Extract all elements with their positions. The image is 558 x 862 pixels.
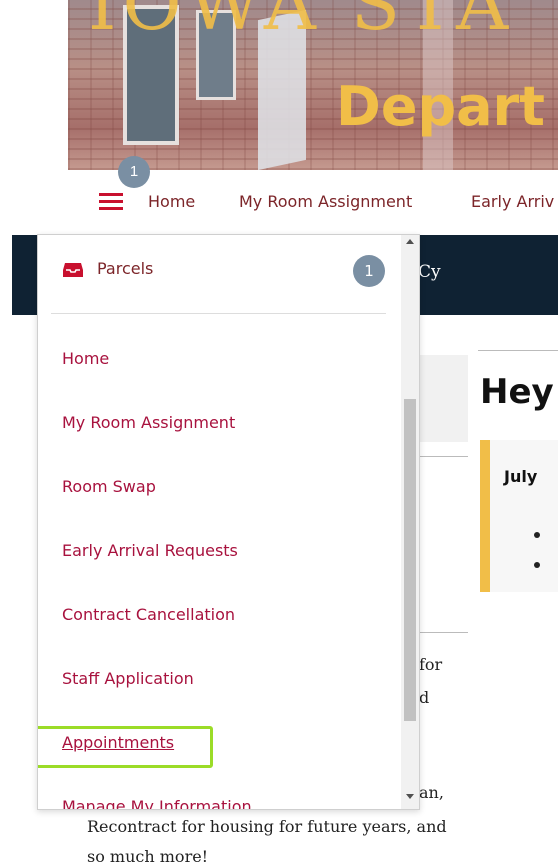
menu-item-early-arrival-requests[interactable]: Early Arrival Requests <box>62 541 238 560</box>
menu-item-home[interactable]: Home <box>62 349 109 368</box>
scrollbar-thumb[interactable] <box>404 399 416 721</box>
menu-item-staff-application[interactable]: Staff Application <box>62 669 194 688</box>
body-text: Recontract for housing for future years,… <box>87 817 447 836</box>
bullet-point <box>534 532 540 538</box>
body-text: for <box>419 655 443 674</box>
banner-title: IOWA STA <box>88 0 515 46</box>
header-banner: IOWA STA Depart <box>68 0 558 170</box>
dark-banner-text: Cy <box>418 262 441 282</box>
notification-badge[interactable]: 1 <box>118 156 150 188</box>
hamburger-icon[interactable] <box>99 193 123 211</box>
page-heading: Hey <box>480 372 554 412</box>
sidebar-panel <box>420 355 468 442</box>
menu-item-parcels[interactable]: Parcels <box>97 259 153 278</box>
parcels-count-badge: 1 <box>353 255 385 287</box>
banner-subtitle: Depart <box>336 75 545 138</box>
menu-item-room-swap[interactable]: Room Swap <box>62 477 156 496</box>
scroll-up-icon[interactable] <box>406 239 414 244</box>
nav-link-early-arrival[interactable]: Early Arriv <box>471 192 554 211</box>
alert-title: July <box>504 467 538 486</box>
dropdown-menu[interactable]: Parcels 1 Home My Room Assignment Room S… <box>37 234 420 810</box>
body-text: an, <box>419 783 444 802</box>
divider <box>420 632 468 633</box>
menu-divider <box>51 313 386 314</box>
body-text: d <box>419 688 430 707</box>
menu-item-contract-cancellation[interactable]: Contract Cancellation <box>62 605 235 624</box>
highlight-box <box>38 726 213 768</box>
bullet-point <box>534 562 540 568</box>
menu-item-manage-my-information[interactable]: Manage My Information <box>62 797 252 809</box>
body-text: so much more! <box>87 847 209 862</box>
nav-link-home[interactable]: Home <box>148 192 195 211</box>
divider <box>420 456 468 457</box>
inbox-icon <box>63 263 83 277</box>
alert-box <box>480 440 558 592</box>
nav-link-my-room-assignment[interactable]: My Room Assignment <box>239 192 412 211</box>
menu-item-my-room-assignment[interactable]: My Room Assignment <box>62 413 235 432</box>
scroll-down-icon[interactable] <box>406 794 414 799</box>
divider <box>478 350 558 351</box>
